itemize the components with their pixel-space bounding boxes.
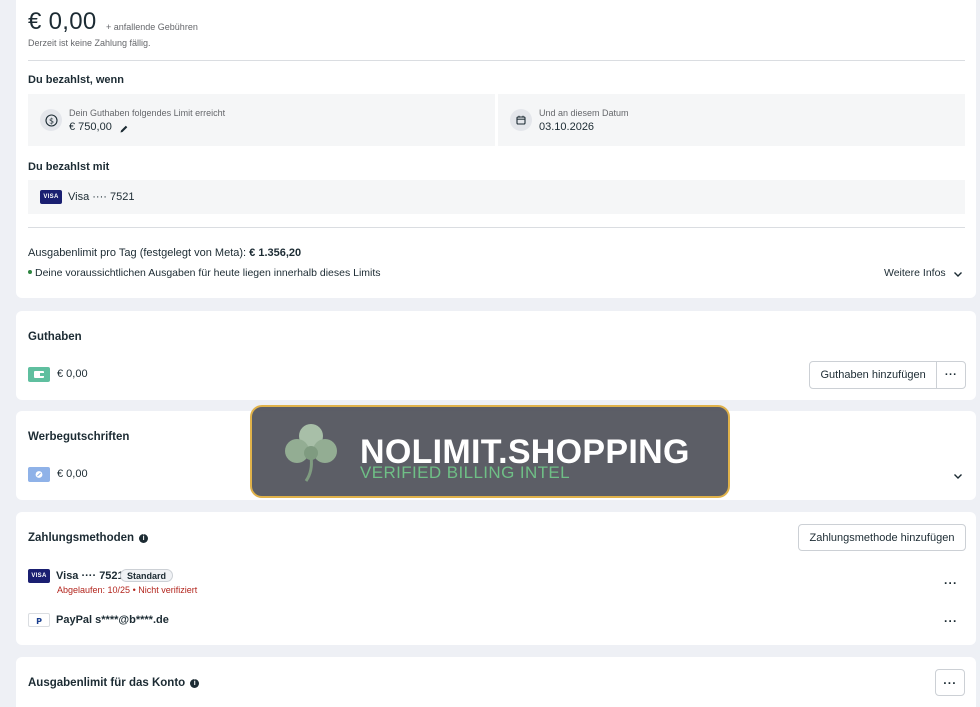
guthaben-card: Guthaben € 0,00 Guthaben hinzufügen ··· [16,311,976,400]
pay-when-title: Du bezahlst, wenn [28,74,124,86]
divider [28,227,965,228]
wallet-icon [28,367,50,382]
guthaben-more-button[interactable]: ··· [936,362,965,388]
daily-limit-label: Ausgabenlimit pro Tag (festgelegt von Me… [28,247,247,259]
guthaben-amount: € 0,00 [57,368,88,380]
limit-value: € 750,00 [69,121,112,133]
add-guthaben-button[interactable]: Guthaben hinzufügen [810,362,936,388]
payment-method-status: Abgelaufen: 10/25 • Nicht verifiziert [57,585,198,595]
svg-text:$: $ [48,116,53,125]
clover-icon [285,424,337,482]
guthaben-title: Guthaben [28,331,82,343]
visa-logo-icon: VISA [28,569,50,583]
payment-status: Derzeit ist keine Zahlung fällig. [28,38,151,48]
payment-method-more-button[interactable]: ··· [944,577,958,589]
limit-panel: $ Dein Guthaben folgendes Limit erreicht… [28,94,495,146]
status-badge: Standard [120,569,174,582]
date-panel: Und an diesem Datum 03.10.2026 [498,94,965,146]
visa-logo-icon: VISA [40,190,62,204]
daily-limit-note: Deine voraussichtlichen Ausgaben für heu… [35,267,381,279]
payment-methods-title-label: Zahlungsmethoden [28,532,135,544]
account-limit-title-label: Ausgabenlimit für das Konto [28,677,186,689]
coupon-icon [28,467,50,482]
account-limit-title: Ausgabenlimit für das Konto i [28,677,200,689]
watermark-banner: NOLIMIT.SHOPPING VERIFIED BILLING INTEL [250,405,730,498]
limit-label: Dein Guthaben folgendes Limit erreicht [69,108,226,118]
daily-limit-value: € 1.356,20 [249,247,302,259]
pay-with-title: Du bezahlst mit [28,161,110,173]
date-label: Und an diesem Datum [539,108,629,118]
svg-text:P: P [36,617,42,626]
payment-method-name: Visa ···· 7521 [56,570,124,582]
dollar-circle-icon: $ [40,109,62,131]
payment-method-name: PayPal s****@b****.de [56,614,169,626]
account-limit-more-button[interactable]: ··· [935,669,965,696]
summary-card: € 0,00 + anfallende Gebühren Derzeit ist… [16,0,976,298]
pay-with-card: Visa ···· 7521 [68,191,135,203]
pencil-icon[interactable] [119,121,129,139]
daily-limit-note-line: Deine voraussichtlichen Ausgaben für heu… [28,267,381,279]
current-amount: € 0,00 [28,8,97,35]
watermark-subtitle: VERIFIED BILLING INTEL [360,463,571,482]
calendar-icon [510,109,532,131]
info-icon[interactable]: i [139,534,149,543]
more-info-link[interactable]: Weitere Infos [884,267,946,279]
info-icon[interactable]: i [190,679,200,688]
more-info-label: Weitere Infos [884,267,946,279]
paypal-icon: P [28,613,50,627]
credits-title: Werbegutschriften [28,431,130,443]
pay-with-panel: VISA Visa ···· 7521 [28,180,965,214]
account-limit-card: Ausgabenlimit für das Konto i ··· [16,657,976,707]
payment-methods-title: Zahlungsmethoden i [28,532,149,544]
date-value: 03.10.2026 [539,121,595,133]
divider [28,60,965,61]
daily-limit-line: Ausgabenlimit pro Tag (festgelegt von Me… [28,247,301,259]
payment-methods-card: Zahlungsmethoden i Zahlungsmethode hinzuf… [16,512,976,645]
green-dot-icon [28,270,32,274]
credits-amount: € 0,00 [57,468,88,480]
payment-method-more-button[interactable]: ··· [944,615,958,627]
guthaben-button-group: Guthaben hinzufügen ··· [809,361,966,389]
chevron-down-icon[interactable] [952,268,964,280]
fees-note: + anfallende Gebühren [106,22,198,32]
chevron-down-icon[interactable] [952,470,964,482]
add-payment-method-button[interactable]: Zahlungsmethode hinzufügen [798,524,966,551]
